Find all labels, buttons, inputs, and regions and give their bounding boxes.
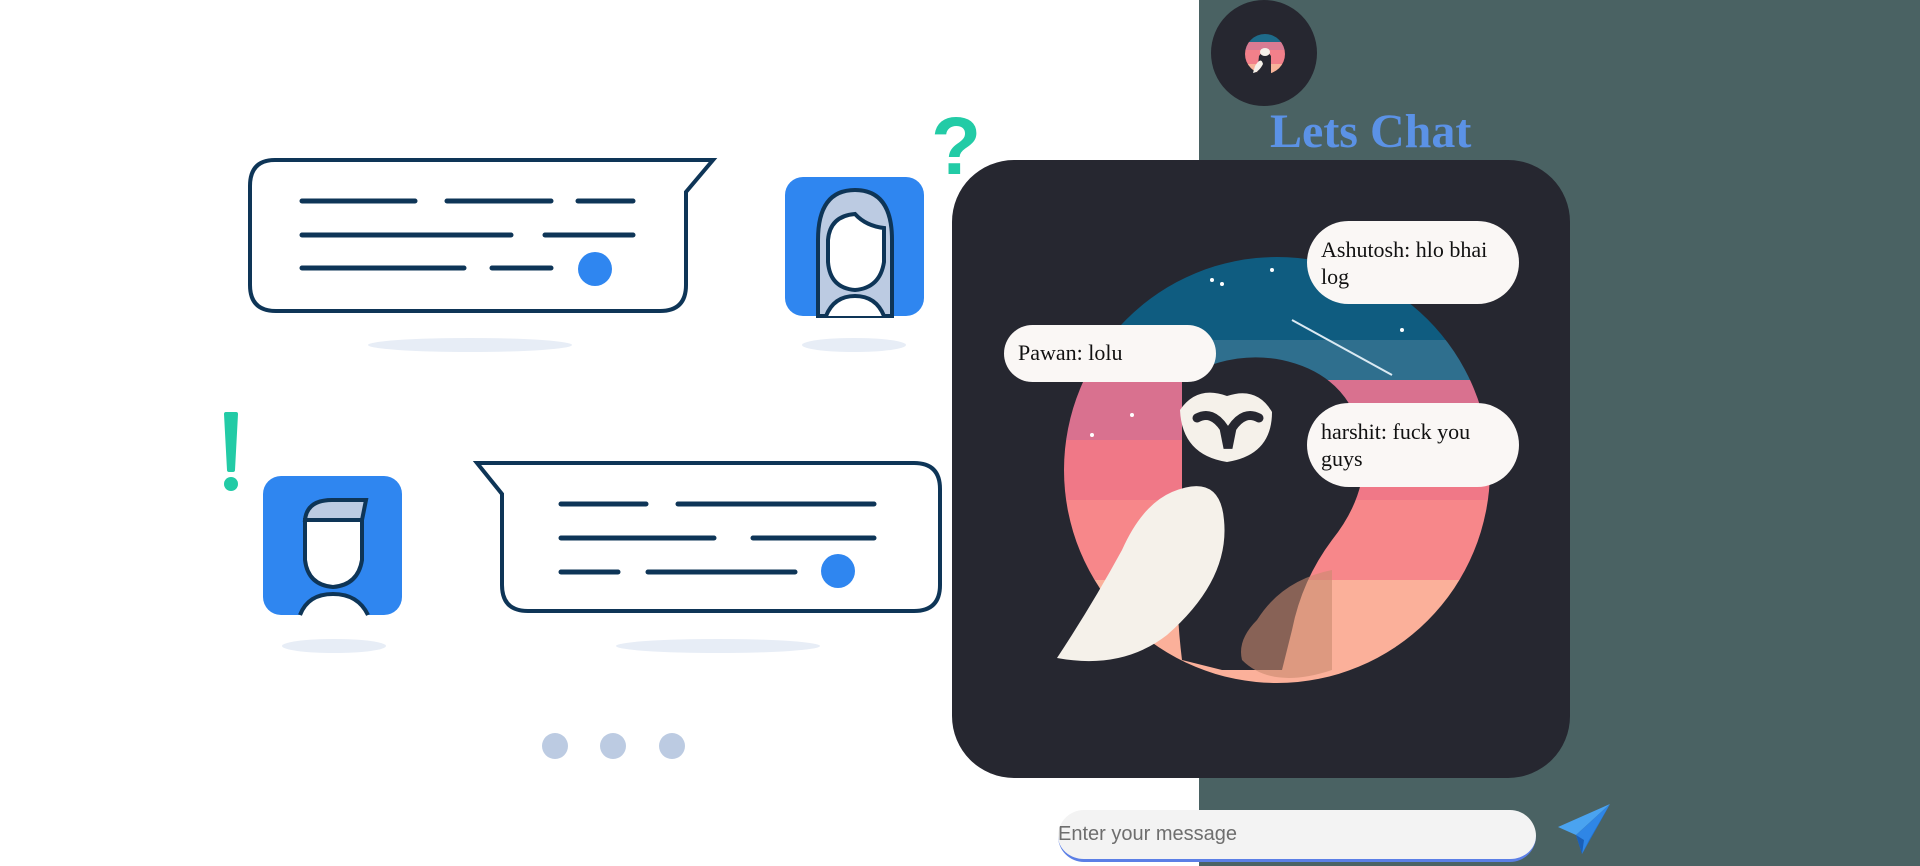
message-composer — [1058, 810, 1536, 862]
chat-window: Ashutosh: hlo bhai log Pawan: lolu harsh… — [952, 160, 1570, 778]
send-icon — [1558, 804, 1610, 854]
speech-bubble-icon — [248, 158, 718, 313]
shadow — [802, 338, 906, 352]
exclamation-icon — [224, 412, 238, 491]
speech-bubble-icon — [472, 461, 942, 613]
female-avatar-icon — [785, 177, 924, 318]
message-input[interactable] — [1058, 810, 1536, 862]
typing-dots-icon — [542, 733, 685, 759]
owl-logo-icon — [1211, 0, 1317, 106]
male-avatar-icon — [263, 476, 402, 616]
send-button[interactable] — [1556, 802, 1612, 858]
chat-message: Pawan: lolu — [1004, 325, 1216, 382]
shadow — [616, 639, 820, 653]
shadow — [282, 639, 386, 653]
chat-message: harshit: fuck you guys — [1307, 403, 1519, 487]
page-title: Lets Chat — [1270, 105, 1472, 158]
shadow — [368, 338, 572, 352]
chat-message: Ashutosh: hlo bhai log — [1307, 221, 1519, 304]
